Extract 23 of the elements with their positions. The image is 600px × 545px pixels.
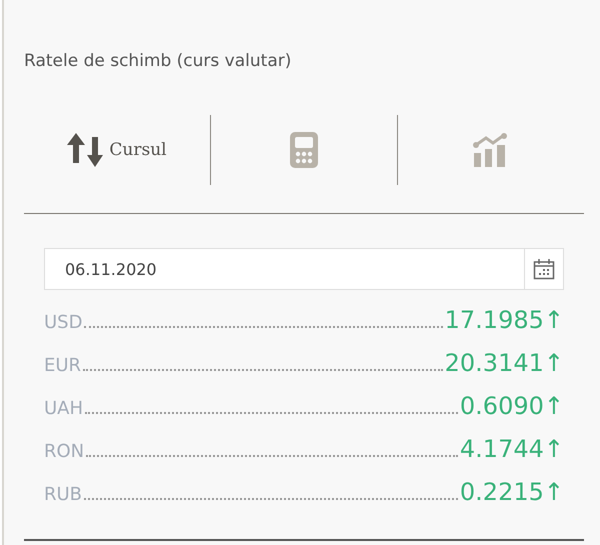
trend-arrow: ↑ bbox=[544, 349, 564, 377]
currency-code: USD bbox=[44, 312, 82, 333]
currency-code: RUB bbox=[44, 484, 82, 505]
currency-code: RON bbox=[44, 441, 84, 462]
trend-arrow: ↑ bbox=[544, 435, 564, 463]
panel-title: Ratele de schimb (curs valutar) bbox=[24, 50, 292, 73]
calendar-button[interactable] bbox=[524, 248, 564, 290]
exchange-rate: 0.6090 bbox=[460, 392, 544, 420]
exchange-rate: 0.2215 bbox=[460, 478, 544, 506]
calculator-icon bbox=[290, 132, 318, 168]
date-field[interactable]: 06.11.2020 bbox=[44, 248, 524, 290]
trend-arrow: ↑ bbox=[544, 478, 564, 506]
exchange-rate: 20.3141 bbox=[444, 349, 544, 377]
calendar-icon bbox=[533, 258, 555, 280]
currency-code: EUR bbox=[44, 355, 82, 376]
trend-arrow: ↑ bbox=[544, 392, 564, 420]
tab[interactable]: Cursul bbox=[24, 115, 210, 185]
exchange-rate: 17.1985 bbox=[444, 306, 544, 334]
bar-chart-icon bbox=[473, 133, 509, 167]
trend-arrow: ↑ bbox=[544, 306, 564, 334]
currency-code: UAH bbox=[44, 398, 84, 419]
exchange-rate: 4.1744 bbox=[460, 435, 544, 463]
up-down-arrows-icon bbox=[67, 133, 104, 167]
